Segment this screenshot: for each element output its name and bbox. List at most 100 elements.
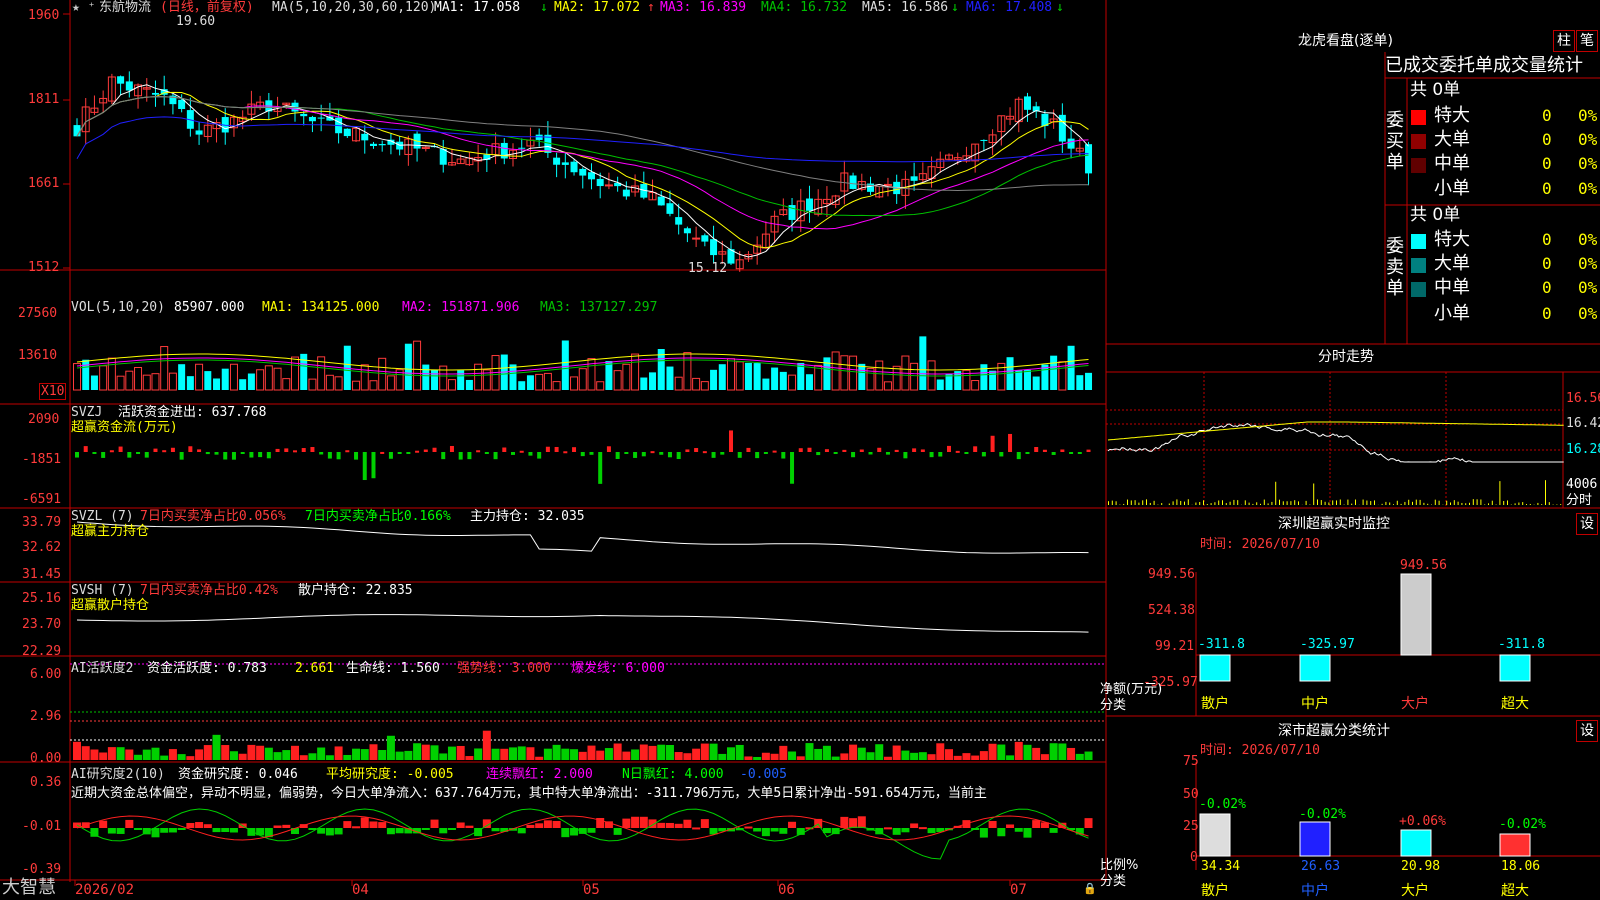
volume-bar: [919, 336, 927, 390]
research-bar: [526, 824, 535, 828]
intraday-tick: 16.28: [1566, 442, 1600, 457]
intraday-vol-bar: [1548, 502, 1550, 505]
research-bar: [927, 828, 936, 834]
volume-bar: [971, 380, 980, 391]
classify-tick: 25: [1183, 819, 1199, 834]
research-bar: [517, 828, 526, 834]
volume-bar: [457, 370, 465, 390]
bar-mode-button[interactable]: 柱: [1553, 30, 1575, 52]
intraday-vol-bar: [1396, 500, 1398, 505]
chart-canvas[interactable]: [0, 0, 1600, 900]
flow-bar: [1008, 433, 1013, 452]
flow-bar: [624, 452, 629, 454]
flow-bar: [162, 450, 167, 453]
lock-icon[interactable]: 🔒: [1083, 883, 1097, 894]
research-bar: [447, 828, 456, 830]
activity-bar: [1084, 751, 1093, 760]
intraday-vol-bar: [1400, 503, 1402, 505]
flow-bar: [310, 447, 315, 452]
research-bar: [125, 819, 134, 828]
intraday-vol-bar: [1229, 501, 1231, 505]
flow-bar: [720, 452, 725, 455]
classify-settings-button[interactable]: 设: [1576, 720, 1598, 742]
activity-bar: [352, 748, 361, 760]
volume-bar: [910, 362, 919, 391]
volume-bar: [151, 373, 160, 391]
price-period[interactable]: (日线，前复权): [160, 1, 254, 14]
activity-bar: [709, 743, 718, 760]
activity-bar: [404, 750, 413, 760]
activity-bar: [334, 746, 343, 760]
flow-bar: [545, 446, 550, 452]
candle: [657, 196, 665, 206]
research-bar: [378, 822, 387, 828]
monitor-bar: [1199, 654, 1231, 682]
svzj-tick: -6591: [22, 492, 62, 507]
intraday-vol-bar: [1366, 500, 1368, 505]
flow-bar: [763, 452, 768, 454]
research-bar: [203, 824, 212, 828]
monitor-cat: 超大: [1501, 696, 1529, 712]
intraday-price-line: [1107, 423, 1564, 463]
activity-bar: [849, 744, 858, 760]
flow-bar: [537, 452, 542, 459]
svzl-ratio-a: 7日内买卖净占比0.056%: [140, 509, 286, 524]
activity-bar: [683, 753, 692, 760]
activity-bar: [378, 750, 387, 760]
buy-row-name: 小单: [1434, 178, 1470, 199]
flow-bar: [127, 452, 132, 458]
activity-bar: [535, 756, 544, 760]
volume-bar: [239, 379, 247, 390]
research-bar: [386, 828, 395, 835]
research-bar: [99, 820, 108, 828]
candle: [579, 168, 587, 176]
volume-bar: [431, 369, 439, 390]
svsh-subtitle: 超赢散户持仓: [71, 598, 150, 613]
ai2-comment: 近期大资金总体偏空，异动不明显，偏弱势，今日大单净流入：637.764万元，其中…: [71, 786, 987, 801]
classify-bar: [1400, 829, 1432, 857]
volume-bar: [308, 378, 317, 391]
volume-bar: [213, 378, 221, 390]
flow-bar: [790, 452, 795, 484]
monitor-tick: 949.56: [1148, 567, 1195, 582]
monitor-bar-value: 949.56: [1400, 558, 1447, 573]
volume-bar: [334, 376, 343, 391]
candle: [604, 184, 613, 187]
tick-mode-button[interactable]: 笔: [1576, 30, 1598, 52]
flow-bar: [598, 452, 603, 484]
candle: [849, 175, 857, 189]
research-bar: [1049, 828, 1058, 833]
research-bar: [421, 828, 430, 830]
flow-bar: [589, 452, 594, 455]
volume-bar: [221, 368, 229, 390]
volume-bar: [718, 364, 726, 390]
intraday-vol-bar: [1286, 501, 1288, 505]
monitor-settings-button[interactable]: 设: [1576, 513, 1598, 535]
flow-bar: [118, 446, 123, 452]
research-bar: [116, 828, 125, 834]
activity-bar: [657, 744, 666, 760]
research-bar: [892, 828, 901, 835]
flow-bar: [1034, 447, 1039, 452]
sell-order-label: 委卖单: [1386, 236, 1404, 299]
svzj-subtitle: 超赢资金流(万元): [71, 420, 178, 435]
candle: [300, 113, 308, 117]
activity-bar: [500, 748, 509, 760]
intraday-vol-bar: [1545, 480, 1546, 505]
research-bar: [979, 828, 988, 838]
buy-mid-swatch: [1411, 158, 1426, 173]
flow-bar: [868, 452, 873, 455]
ma-params: MA(5,10,20,30,60,120): [272, 0, 437, 15]
activity-bar: [1023, 744, 1032, 760]
intraday-vol-bar: [1469, 502, 1470, 505]
svzj-tick: -1851: [22, 452, 62, 467]
flow-bar: [136, 452, 141, 454]
ai1-tick: 2.96: [30, 709, 62, 724]
research-bar: [439, 828, 448, 834]
activity-bar: [1058, 743, 1067, 760]
classify-pct: -0.02%: [1299, 807, 1346, 822]
lhb-header: 已成交委托单成交量统计: [1385, 55, 1583, 76]
intraday-tick: 16.42: [1566, 416, 1600, 431]
intraday-vol-bar: [1518, 502, 1520, 505]
activity-bar: [73, 741, 81, 760]
